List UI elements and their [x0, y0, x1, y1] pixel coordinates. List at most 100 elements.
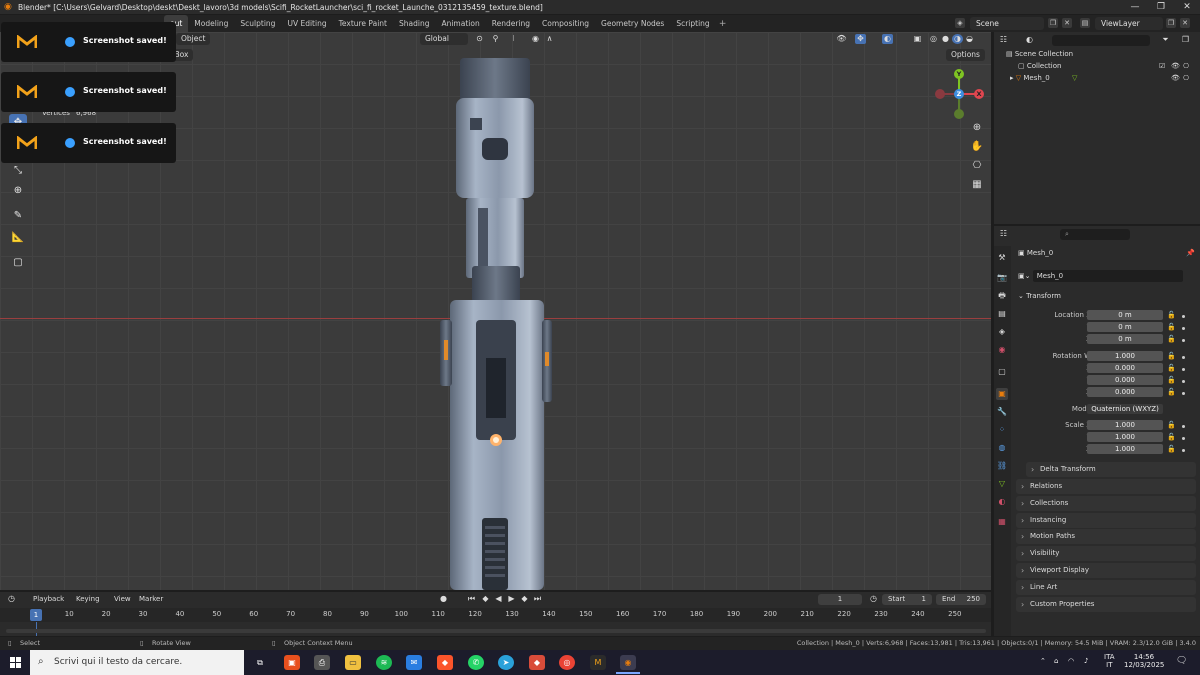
rotation-mode-dropdown[interactable]: Quaternion (WXYZ): [1087, 404, 1163, 414]
whatsapp-icon[interactable]: ✆: [468, 655, 484, 670]
scale-y-field[interactable]: 1.000: [1087, 432, 1163, 442]
keyframe-dot-icon[interactable]: [1182, 380, 1185, 383]
rotation-w-field[interactable]: 1.000: [1087, 351, 1163, 361]
view-layer-selector[interactable]: ViewLayer: [1095, 17, 1163, 30]
keyframe-dot-icon[interactable]: [1182, 339, 1185, 342]
marker-menu[interactable]: Marker: [139, 595, 163, 603]
lock-icon[interactable]: 🔓: [1167, 445, 1176, 453]
gizmo-y-axis[interactable]: Y: [954, 69, 964, 79]
taskbar-search-input[interactable]: Scrivi qui il testo da cercare.: [30, 650, 244, 675]
tab-shading[interactable]: Shading: [393, 15, 435, 32]
filter-icon[interactable]: ⏷: [1160, 35, 1171, 45]
lock-icon[interactable]: 🔓: [1167, 311, 1176, 319]
proportional-edit-icon[interactable]: ◉: [530, 34, 541, 44]
physics-tab-icon[interactable]: ◍: [996, 442, 1008, 454]
visibility-eye-icon[interactable]: 👁: [1171, 72, 1180, 84]
editor-type-icon[interactable]: ◷: [6, 594, 17, 604]
tab-compositing[interactable]: Compositing: [536, 15, 595, 32]
location-y-field[interactable]: 0 m: [1087, 322, 1163, 332]
constraints-tab-icon[interactable]: ⛓: [996, 460, 1008, 472]
new-collection-icon[interactable]: ❐: [1180, 35, 1191, 45]
rotation-y-field[interactable]: 0.000: [1087, 375, 1163, 385]
scale-tool-icon[interactable]: ⤡: [9, 162, 27, 180]
lock-icon[interactable]: 🔓: [1167, 323, 1176, 331]
object-tab-icon[interactable]: ▣: [996, 388, 1008, 400]
wifi-icon[interactable]: ◠: [1068, 657, 1074, 665]
texture-tab-icon[interactable]: ▦: [996, 516, 1008, 528]
app-printer-icon[interactable]: ⎙: [314, 655, 330, 670]
scene-icon[interactable]: ◈: [955, 18, 965, 28]
transform-orientation-dropdown[interactable]: Global: [420, 33, 468, 45]
visibility-panel[interactable]: Visibility: [1016, 546, 1196, 561]
gizmo-z-axis[interactable]: Z: [954, 89, 964, 99]
delta-transform-panel[interactable]: Delta Transform: [1026, 462, 1196, 477]
keyframe-dot-icon[interactable]: [1182, 449, 1185, 452]
scale-z-field[interactable]: 1.000: [1087, 444, 1163, 454]
keying-menu[interactable]: Keying: [76, 595, 100, 603]
rotation-z-field[interactable]: 0.000: [1087, 387, 1163, 397]
display-mode-icon[interactable]: ◐: [1024, 35, 1035, 45]
notification-1[interactable]: Screenshot saved!: [1, 22, 176, 62]
scale-x-field[interactable]: 1.000: [1087, 420, 1163, 430]
shading-material-icon[interactable]: ◑: [952, 34, 963, 44]
camera-view-icon[interactable]: ⎔: [970, 159, 984, 173]
zoom-icon[interactable]: ⊕: [970, 121, 984, 135]
keyframe-dot-icon[interactable]: [1182, 315, 1185, 318]
snap-target-icon[interactable]: ⁝: [508, 34, 519, 44]
scene-selector[interactable]: Scene: [970, 17, 1044, 30]
tab-animation[interactable]: Animation: [435, 15, 485, 32]
lock-icon[interactable]: 🔓: [1167, 388, 1176, 396]
relations-panel[interactable]: Relations: [1016, 479, 1196, 494]
end-frame-field[interactable]: End 250: [936, 594, 986, 605]
xray-icon[interactable]: ▣: [912, 34, 923, 44]
minimize-button[interactable]: —: [1122, 0, 1148, 14]
telegram-icon[interactable]: ➤: [498, 655, 514, 670]
file-explorer-icon[interactable]: ▭: [345, 655, 361, 670]
gizmo-x-axis[interactable]: X: [974, 89, 984, 99]
outliner-collection[interactable]: ▢ Collection ☑ 👁 ⎔: [994, 60, 1200, 72]
tab-texture-paint[interactable]: Texture Paint: [333, 15, 393, 32]
prev-keyframe-icon[interactable]: ◆: [480, 594, 491, 604]
snap-icon[interactable]: ⚲: [490, 34, 501, 44]
timeline-scrollbar[interactable]: [6, 629, 986, 633]
data-tab-icon[interactable]: ▽: [996, 478, 1008, 490]
app-orange-icon[interactable]: ▣: [284, 655, 300, 670]
jump-start-icon[interactable]: ⏮: [466, 594, 477, 604]
particles-tab-icon[interactable]: ⁘: [996, 424, 1008, 436]
keyframe-dot-icon[interactable]: [1182, 392, 1185, 395]
brave-alt-icon[interactable]: ◆: [529, 655, 545, 670]
object-menu[interactable]: Object: [176, 33, 211, 45]
chrome-icon[interactable]: ◎: [559, 655, 575, 670]
collection-tab-icon[interactable]: ▢: [996, 366, 1008, 378]
current-frame-field[interactable]: 1: [818, 594, 862, 605]
tab-modeling[interactable]: Modeling: [188, 15, 234, 32]
view-layer-icon[interactable]: ▤: [1080, 18, 1090, 28]
pan-hand-icon[interactable]: ✋: [970, 140, 984, 154]
gizmo-toggle-icon[interactable]: ✥: [855, 34, 866, 44]
editor-type-icon[interactable]: ☷: [998, 229, 1009, 239]
volume-icon[interactable]: ♪: [1084, 657, 1088, 665]
add-workspace-icon[interactable]: +: [716, 19, 730, 29]
measure-tool-icon[interactable]: 📐: [9, 229, 27, 247]
tab-sculpting[interactable]: Sculpting: [234, 15, 281, 32]
brave-icon[interactable]: ◆: [437, 655, 453, 670]
keyframe-dot-icon[interactable]: [1182, 437, 1185, 440]
keyframe-dot-icon[interactable]: [1182, 425, 1185, 428]
close-button[interactable]: ✕: [1174, 0, 1200, 14]
record-icon[interactable]: ●: [438, 594, 449, 604]
tray-chevron-icon[interactable]: ⌃: [1040, 657, 1046, 665]
motion-paths-panel[interactable]: Motion Paths: [1016, 529, 1196, 544]
options-dropdown[interactable]: Options: [946, 49, 985, 61]
lock-icon[interactable]: 🔓: [1167, 376, 1176, 384]
world-tab-icon[interactable]: ◉: [996, 344, 1008, 356]
viewport-display-panel[interactable]: Viewport Display: [1016, 563, 1196, 578]
windows-start-icon[interactable]: [0, 650, 30, 675]
properties-search-input[interactable]: ⌕: [1060, 229, 1130, 240]
rotation-x-field[interactable]: 0.000: [1087, 363, 1163, 373]
notifications-icon[interactable]: 🗨: [1176, 656, 1187, 666]
add-cube-tool-icon[interactable]: ▢: [9, 254, 27, 272]
maximize-button[interactable]: ❐: [1148, 0, 1174, 14]
overlay-toggle-icon[interactable]: ◐: [882, 34, 893, 44]
new-scene-icon[interactable]: ❐: [1048, 18, 1058, 28]
exclude-checkbox-icon[interactable]: ☑: [1159, 60, 1165, 72]
